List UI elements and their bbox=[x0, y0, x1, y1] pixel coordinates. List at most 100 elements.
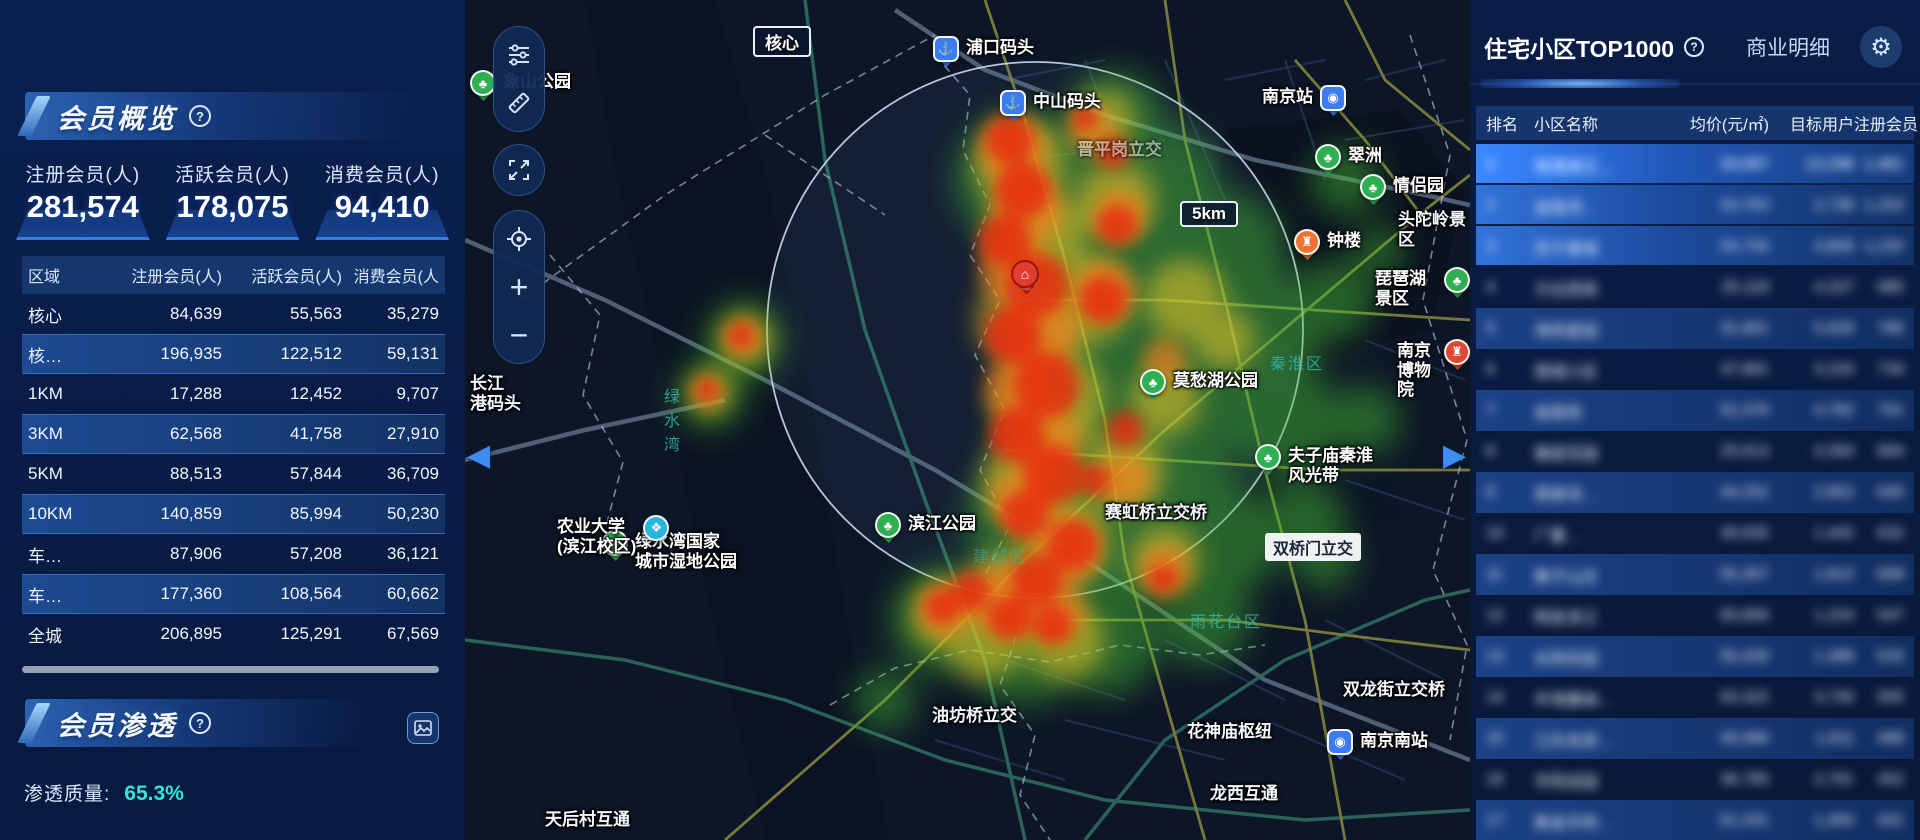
help-icon[interactable]: ? bbox=[189, 712, 211, 734]
store-location-marker[interactable]: ⌂ bbox=[1005, 258, 1045, 304]
table-row[interactable]: 17紫金华府…61,4311,494441 bbox=[1476, 800, 1914, 840]
settings-button[interactable]: ⚙ bbox=[1860, 26, 1902, 68]
image-icon bbox=[414, 719, 432, 737]
table-cell: 84,639 bbox=[92, 304, 222, 324]
map-label-text: 莫愁湖公园 bbox=[1173, 371, 1258, 391]
table-row[interactable]: 6银城小区47,8913,154734 bbox=[1476, 349, 1914, 390]
anchor-icon: ⚓ bbox=[1000, 90, 1026, 116]
gear-icon: ⚙ bbox=[1870, 33, 1892, 62]
table-cell: 31,801 bbox=[1664, 320, 1769, 338]
table-cell: 59,131 bbox=[342, 344, 439, 364]
table-cell: 金陵苑 bbox=[1534, 399, 1664, 423]
table-cell: 786 bbox=[1854, 320, 1904, 338]
table-row[interactable]: 10KM140,85985,99450,230 bbox=[22, 494, 445, 534]
table-row[interactable]: 12明发滨江65,8561,224547 bbox=[1476, 595, 1914, 636]
school-icon: ❖ bbox=[643, 515, 669, 541]
table-row[interactable]: 7金陵苑52,3764,782701 bbox=[1476, 390, 1914, 431]
table-cell: 广厦… bbox=[1534, 522, 1664, 546]
anchor-map-pin[interactable]: ⚓中山码头 bbox=[1000, 90, 1108, 116]
table-cell: 55,357 bbox=[1664, 566, 1769, 584]
table-row[interactable]: 13长阳花园50,4301,388533 bbox=[1476, 636, 1914, 677]
table-cell: 468 bbox=[1854, 730, 1904, 748]
table-cell: 6 bbox=[1486, 361, 1534, 379]
measure-ruler-button[interactable] bbox=[493, 79, 545, 127]
table-cell: 核心 bbox=[28, 302, 92, 327]
table-header: 区域注册会员(人)活跃会员(人)消费会员(人 bbox=[22, 256, 445, 294]
table-cell: 1,812 bbox=[1769, 566, 1854, 584]
map-label-text: 钟楼 bbox=[1327, 231, 1361, 251]
layer-filter-button[interactable] bbox=[493, 31, 545, 79]
table-row[interactable]: 4万达西苑25,1184,327985 bbox=[1476, 267, 1914, 308]
table-row[interactable]: 11橡子山庄55,3571,812608 bbox=[1476, 554, 1914, 595]
table-row[interactable]: 8雅居花园25,9134,394684 bbox=[1476, 431, 1914, 472]
park-map-pin[interactable]: ♣ 莫愁湖公园 bbox=[1140, 369, 1265, 395]
anchor-icon: ⚓ bbox=[933, 36, 959, 62]
stat-card: 注册会员(人)281,574 bbox=[12, 160, 154, 240]
locate-button[interactable] bbox=[493, 215, 545, 263]
park-icon: ♣ bbox=[1140, 369, 1166, 395]
table-cell: 2,852 bbox=[1769, 484, 1854, 502]
station-map-pin[interactable]: ◉南京南站 bbox=[1327, 729, 1435, 755]
park-map-pin[interactable]: 琵琶湖景区♣ bbox=[1368, 267, 1470, 308]
park-map-pin[interactable]: ♣情侣园 bbox=[1360, 174, 1451, 200]
table-row[interactable]: 2金陵湾…53,7632,7381,253 bbox=[1476, 185, 1914, 226]
fullscreen-button[interactable] bbox=[493, 144, 545, 196]
table-cell: 1,494 bbox=[1769, 812, 1854, 830]
station-map-pin[interactable]: 南京站◉ bbox=[1255, 85, 1346, 111]
help-icon[interactable]: ? bbox=[1684, 37, 1704, 57]
table-cell: 12,452 bbox=[222, 384, 342, 404]
tab-business-detail[interactable]: 商业明细 bbox=[1746, 32, 1830, 62]
horizontal-scrollbar[interactable] bbox=[22, 666, 439, 673]
park-map-pin[interactable]: ♣夫子庙秦淮 风光带 bbox=[1255, 444, 1380, 485]
table-row[interactable]: 1KM17,28812,4529,707 bbox=[22, 374, 445, 414]
stat-label: 活跃会员(人) bbox=[162, 160, 304, 187]
member-overview-header: 会员概览 ? bbox=[25, 92, 435, 140]
table-row[interactable]: 1世茂滨江…33,58713,2991,461 bbox=[1476, 144, 1914, 185]
table-cell: 55,563 bbox=[222, 304, 342, 324]
anchor-map-pin[interactable]: ⚓浦口码头 bbox=[933, 36, 1041, 62]
table-cell: 50,430 bbox=[1664, 648, 1769, 666]
table-row[interactable]: 5KM88,51357,84436,709 bbox=[22, 454, 445, 494]
column-header: 目标用户 bbox=[1769, 111, 1854, 135]
city-heatmap[interactable]: 核心5km双桥门立交⚓浦口码头⚓中山码头南京站◉◉南京南站♣翠洲♣情侣园♜钟楼琵… bbox=[465, 0, 1470, 840]
table-row[interactable]: 3苏宁睿城54,7343,8091,232 bbox=[1476, 226, 1914, 267]
museum-map-pin[interactable]: 南京博物院♜ bbox=[1390, 339, 1470, 400]
table-cell: 36,785 bbox=[1664, 771, 1769, 789]
tab-residential-top1000[interactable]: 住宅小区TOP1000 ? bbox=[1484, 30, 1704, 64]
school-map-pin[interactable]: 农业大学 (滨江校区)❖ bbox=[550, 515, 669, 556]
table-row[interactable]: 核心84,63955,56335,279 bbox=[22, 294, 445, 334]
zoom-out-button[interactable]: − bbox=[493, 311, 545, 359]
active-tab-underline bbox=[1470, 74, 1920, 92]
park-map-pin[interactable]: ♣滨江公园 bbox=[875, 512, 983, 538]
tower-map-pin[interactable]: ♜钟楼 bbox=[1294, 229, 1368, 255]
locate-crosshair-icon bbox=[506, 226, 532, 252]
column-header: 区域 bbox=[28, 263, 92, 287]
road-label: 天后村互通 bbox=[545, 810, 630, 830]
table-row[interactable]: 全城206,895125,29167,569 bbox=[22, 614, 445, 654]
collapse-left-panel-arrow[interactable]: ◀ bbox=[467, 438, 490, 473]
table-cell: 5 bbox=[1486, 320, 1534, 338]
column-header: 小区名称 bbox=[1534, 111, 1664, 135]
export-image-button[interactable] bbox=[407, 712, 439, 744]
table-cell: 10KM bbox=[28, 504, 92, 524]
table-row[interactable]: 5海亮星园31,8015,926786 bbox=[1476, 308, 1914, 349]
table-row[interactable]: 3KM62,56841,75827,910 bbox=[22, 414, 445, 454]
table-row[interactable]: 10广厦…49,9351,442632 bbox=[1476, 513, 1914, 554]
collapse-right-panel-arrow[interactable]: ▶ bbox=[1443, 438, 1466, 473]
table-cell: 67,569 bbox=[342, 624, 439, 644]
zoom-in-button[interactable]: + bbox=[493, 263, 545, 311]
table-cell: 9,707 bbox=[342, 384, 439, 404]
table-row[interactable]: 核…196,935122,51259,131 bbox=[22, 334, 445, 374]
table-row[interactable]: 16华阳佳园36,7852,761452 bbox=[1476, 759, 1914, 800]
map-label-text: 南京站 bbox=[1262, 87, 1313, 107]
table-cell: 41,758 bbox=[222, 424, 342, 444]
table-row[interactable]: 9翠屏湾…44,2522,852645 bbox=[1476, 472, 1914, 513]
table-row[interactable]: 车…87,90657,20836,121 bbox=[22, 534, 445, 574]
help-icon[interactable]: ? bbox=[189, 105, 211, 127]
table-row[interactable]: 15江东名邸…45,9961,911468 bbox=[1476, 718, 1914, 759]
park-map-pin[interactable]: ♣翠洲 bbox=[1315, 144, 1389, 170]
member-penetration-header: 会员渗透 ? bbox=[25, 699, 380, 747]
table-row[interactable]: 车…177,360108,56460,662 bbox=[22, 574, 445, 614]
table-row[interactable]: 14中海塞纳…63,3223,730505 bbox=[1476, 677, 1914, 718]
table-cell: 62,568 bbox=[92, 424, 222, 444]
